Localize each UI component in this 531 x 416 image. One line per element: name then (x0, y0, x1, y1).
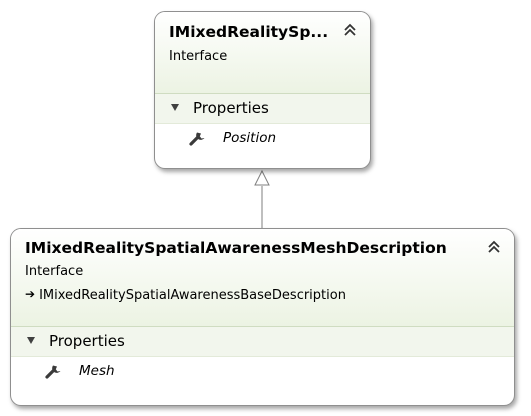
base-member-name: Position (223, 130, 277, 146)
base-properties-section-header[interactable]: Properties (155, 94, 370, 124)
derived-interface-card[interactable]: IMixedRealitySpatialAwarenessMeshDescrip… (10, 228, 515, 406)
collapse-chevron-icon[interactable] (486, 239, 502, 255)
derived-interface-stereotype: Interface (25, 264, 84, 279)
derived-member-name: Mesh (79, 363, 115, 379)
base-properties-label: Properties (193, 99, 269, 117)
inherits-name: IMixedRealitySpatialAwarenessBaseDescrip… (39, 288, 346, 303)
section-expand-triangle-icon[interactable] (27, 337, 35, 344)
base-interface-header: IMixedRealitySp... Interface (155, 12, 370, 94)
derived-interface-header: IMixedRealitySpatialAwarenessMeshDescrip… (11, 229, 514, 327)
derived-interface-title: IMixedRealitySpatialAwarenessMeshDescrip… (25, 239, 447, 257)
inheritance-arrowhead (254, 169, 270, 186)
collapse-chevron-icon[interactable] (342, 22, 358, 38)
base-interface-title: IMixedRealitySp... (169, 23, 329, 41)
wrench-icon (189, 132, 205, 146)
class-diagram-canvas: IMixedRealitySp... Interface Properties … (0, 0, 531, 416)
base-interface-stereotype: Interface (169, 49, 228, 64)
derived-interface-inherits: ➔ IMixedRealitySpatialAwarenessBaseDescri… (25, 287, 346, 303)
derived-properties-section-header[interactable]: Properties (11, 327, 514, 357)
derived-properties-label: Properties (49, 332, 125, 350)
section-expand-triangle-icon[interactable] (171, 104, 179, 111)
wrench-icon (45, 365, 61, 379)
derived-member-row[interactable]: Mesh (11, 357, 514, 385)
base-member-row[interactable]: Position (155, 124, 370, 152)
base-interface-card[interactable]: IMixedRealitySp... Interface Properties … (154, 11, 371, 169)
inherits-arrow-icon: ➔ (25, 287, 36, 301)
